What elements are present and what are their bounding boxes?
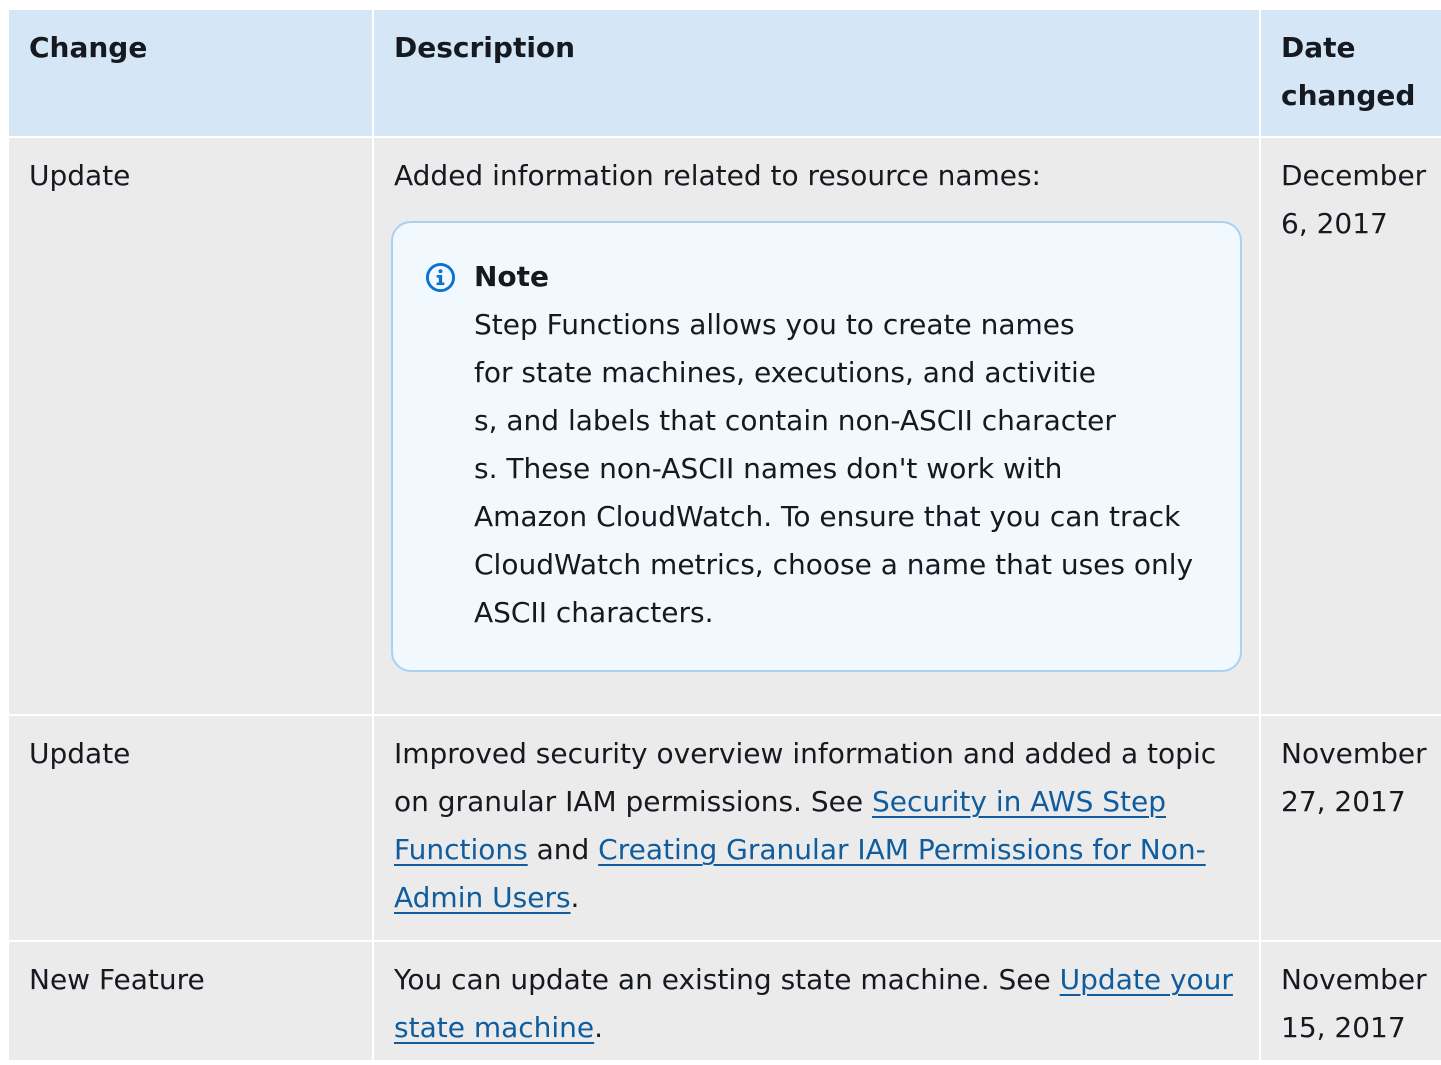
note-line: CloudWatch metrics, choose a name that u…: [474, 548, 1194, 581]
description-cell: You can update an existing state machine…: [373, 941, 1261, 1062]
note-title: Note: [474, 260, 550, 293]
table-row: Update Added information related to reso…: [9, 137, 1441, 716]
description-text: .: [594, 1011, 604, 1044]
note-line: s. These non-ASCII names don't work with: [474, 452, 1063, 485]
header-date-line2: changed: [1281, 79, 1416, 112]
document-history-table: Change Description Date changed Update A…: [9, 10, 1441, 1062]
table-row: New Feature You can update an existing s…: [9, 941, 1441, 1062]
note-line: for state machines, executions, and acti…: [474, 356, 1097, 389]
table-header-row: Change Description Date changed: [9, 10, 1441, 138]
description-text: Added information related to resource na…: [394, 159, 1041, 192]
note-line: s, and labels that contain non-ASCII cha…: [474, 404, 1116, 437]
description-text: and: [527, 833, 599, 866]
date-line2: 6, 2017: [1281, 207, 1388, 240]
header-date-line1: Date: [1281, 31, 1356, 64]
table-row: Update Improved security overview inform…: [9, 715, 1441, 942]
note-body: Step Functions allows you to create name…: [474, 301, 1220, 637]
description-text: You can update an existing state machine…: [394, 963, 1060, 996]
date-line2: 27, 2017: [1281, 785, 1406, 818]
change-cell: Update: [9, 137, 374, 716]
note-box: Note Step Functions allows you to create…: [391, 221, 1242, 672]
header-change: Change: [9, 10, 374, 138]
date-cell: December 6, 2017: [1260, 137, 1441, 716]
date-cell: November 27, 2017: [1260, 715, 1441, 942]
date-line2: 15, 2017: [1281, 1011, 1406, 1044]
note-header: Note: [425, 253, 1220, 301]
description-cell: Added information related to resource na…: [373, 137, 1261, 716]
info-icon: [425, 262, 456, 292]
date-cell: November 15, 2017: [1260, 941, 1441, 1062]
note-line: ASCII characters.: [474, 596, 714, 629]
description-text: .: [570, 881, 580, 914]
change-cell: Update: [9, 715, 374, 942]
change-cell: New Feature: [9, 941, 374, 1062]
header-description: Description: [373, 10, 1261, 138]
note-line: Step Functions allows you to create name…: [474, 308, 1075, 341]
description-cell: Improved security overview information a…: [373, 715, 1261, 942]
header-date-changed: Date changed: [1260, 10, 1441, 138]
date-line1: November: [1281, 963, 1427, 996]
date-line1: December: [1281, 159, 1427, 192]
date-line1: November: [1281, 737, 1427, 770]
note-line: Amazon CloudWatch. To ensure that you ca…: [474, 500, 1181, 533]
